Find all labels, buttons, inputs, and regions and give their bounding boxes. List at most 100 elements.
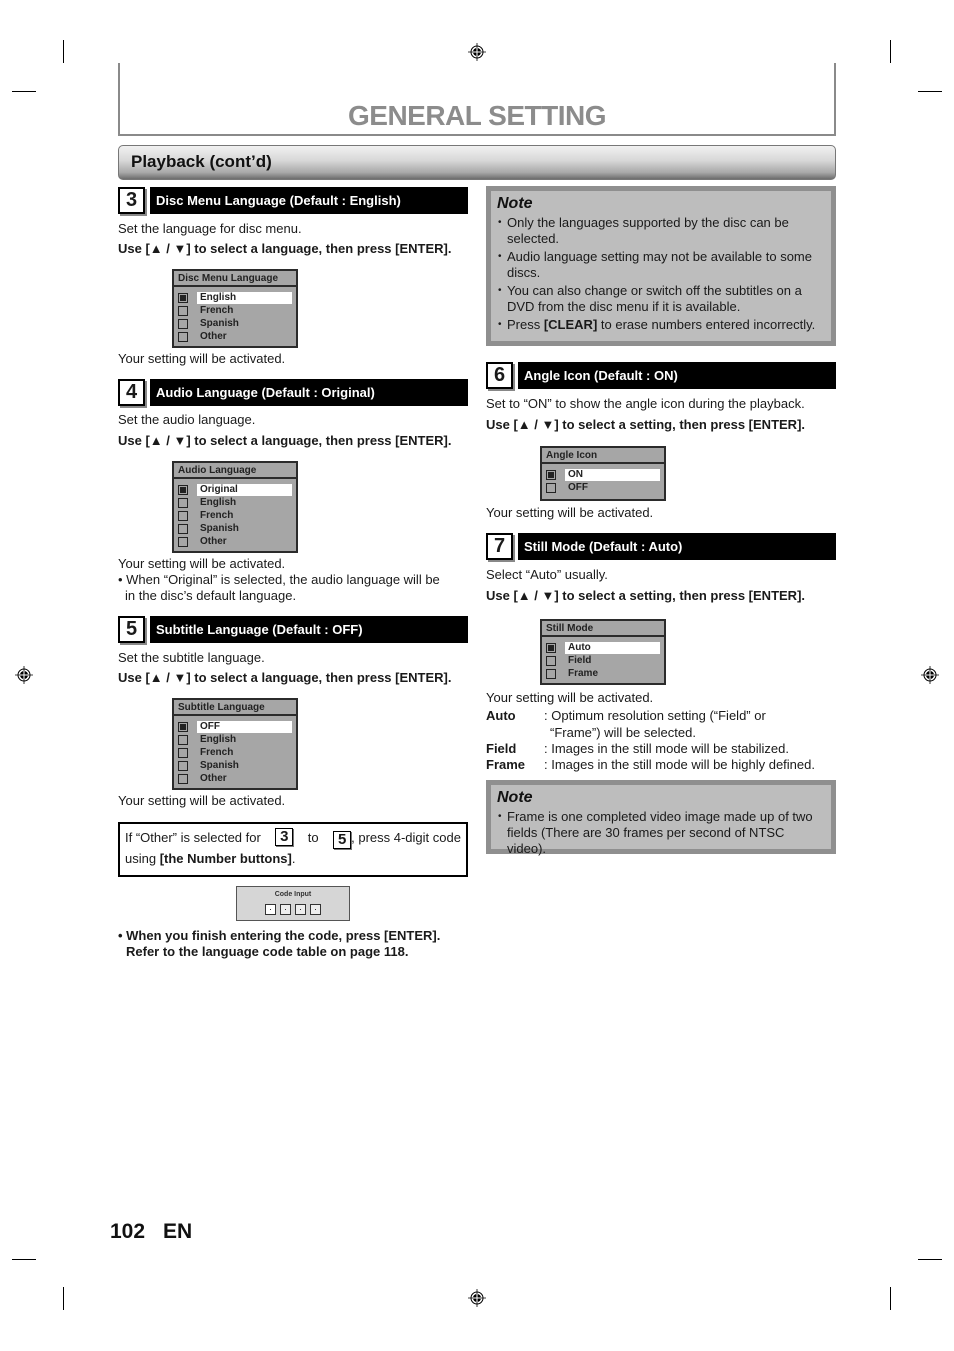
code-digit-field[interactable]: [265, 904, 276, 915]
registration-mark-icon: [921, 666, 939, 684]
menu-option[interactable]: Other: [178, 535, 292, 548]
menu-option[interactable]: Original: [178, 483, 292, 496]
step-description: Set the subtitle language.: [118, 650, 265, 665]
checkbox-icon[interactable]: [178, 523, 188, 534]
crop-mark: [63, 40, 64, 63]
step-4-header: 4 Audio Language (Default : Original): [118, 379, 468, 406]
finish-note-line: Refer to the language code table on page…: [126, 944, 409, 959]
menu-option-label: ON: [565, 468, 660, 481]
definition-desc: : Images in the still mode will be highl…: [544, 757, 815, 772]
step-note-line: in the disc’s default language.: [125, 588, 297, 603]
checkbox-icon[interactable]: [178, 331, 188, 342]
menu-option[interactable]: English: [178, 291, 292, 304]
definition-desc: : Images in the still mode will be stabi…: [544, 741, 789, 756]
menu-options: Original English French Spanish Other: [174, 479, 296, 550]
menu-option-label: Other: [200, 330, 227, 342]
step-instruction: Use [▲ / ▼] to select a setting, then pr…: [486, 417, 806, 432]
crop-mark: [890, 1287, 891, 1310]
step-number: 7: [486, 533, 513, 560]
checkbox-icon[interactable]: [546, 668, 556, 679]
checked-checkbox-icon[interactable]: [546, 642, 556, 653]
checkbox-icon[interactable]: [178, 760, 188, 771]
definition-desc: “Frame”) will be selected.: [550, 725, 696, 740]
note-box: Note Frame is one completed video image …: [486, 780, 836, 856]
step-number: 5: [118, 616, 145, 643]
checked-checkbox-icon[interactable]: [178, 721, 188, 732]
menu-option[interactable]: Field: [546, 654, 660, 667]
audio-language-menu: Audio Language Original English French Span…: [172, 461, 298, 553]
code-digit-field[interactable]: [310, 904, 321, 915]
definition-term: Auto: [486, 708, 516, 723]
other-box-line2-suffix: .: [291, 851, 296, 866]
page-title: GENERAL SETTING: [347, 100, 607, 131]
checked-checkbox-icon[interactable]: [546, 469, 556, 480]
menu-option[interactable]: ON: [546, 468, 660, 481]
note-item: You can also change or switch off the su…: [497, 283, 825, 315]
step-note-line: • When “Original” is selected, the audio…: [118, 572, 440, 587]
menu-option-label: Spanish: [200, 522, 239, 534]
code-digit-field[interactable]: [280, 904, 291, 915]
step-description: Set to “ON” to show the angle icon durin…: [486, 396, 805, 411]
menu-options: English French Spanish Other: [174, 287, 296, 345]
menu-option[interactable]: English: [178, 733, 292, 746]
registration-mark-icon: [468, 43, 486, 61]
menu-option[interactable]: Other: [178, 330, 292, 343]
menu-option[interactable]: Spanish: [178, 522, 292, 535]
menu-option[interactable]: OFF: [178, 720, 292, 733]
checkbox-icon[interactable]: [546, 482, 556, 493]
checkbox-icon[interactable]: [178, 497, 188, 508]
still-mode-menu: Still Mode Auto Field Frame: [540, 619, 666, 685]
menu-option[interactable]: Spanish: [178, 759, 292, 772]
menu-title: Angle Icon: [542, 448, 664, 464]
section-header: Playback (cont’d): [118, 145, 836, 180]
section-title: Playback (cont’d): [131, 152, 272, 171]
registration-mark-icon: [15, 666, 33, 684]
menu-option-label: Other: [200, 535, 227, 547]
menu-option[interactable]: French: [178, 509, 292, 522]
menu-option-label: Auto: [565, 641, 660, 654]
step-instruction: Use [▲ / ▼] to select a setting, then pr…: [486, 588, 806, 603]
checkbox-icon[interactable]: [178, 747, 188, 758]
other-box-line2-prefix: using: [125, 851, 160, 866]
crop-mark: [12, 91, 36, 92]
menu-option-label: OFF: [568, 481, 588, 493]
menu-option-label: French: [200, 304, 234, 316]
note-list: Only the languages supported by the disc…: [497, 215, 825, 333]
checkbox-icon[interactable]: [178, 318, 188, 329]
menu-option[interactable]: French: [178, 746, 292, 759]
checkbox-icon[interactable]: [178, 734, 188, 745]
menu-option-label: Spanish: [200, 759, 239, 771]
menu-option[interactable]: Other: [178, 772, 292, 785]
step-instruction: Use [▲ / ▼] to select a language, then p…: [118, 241, 452, 256]
menu-options: OFF English French Spanish Other: [174, 716, 296, 787]
menu-option[interactable]: Frame: [546, 667, 660, 680]
finish-note-line: • When you finish entering the code, pre…: [118, 928, 441, 943]
menu-options: Auto Field Frame: [542, 637, 664, 682]
checked-checkbox-icon[interactable]: [178, 484, 188, 495]
definition-desc: : Optimum resolution setting (“Field” or: [544, 708, 766, 723]
checkbox-icon[interactable]: [178, 510, 188, 521]
menu-option[interactable]: Spanish: [178, 317, 292, 330]
checkbox-icon[interactable]: [178, 536, 188, 547]
step-title: Subtitle Language (Default : OFF): [150, 616, 468, 643]
code-digit-field[interactable]: [295, 904, 306, 915]
menu-option[interactable]: Auto: [546, 641, 660, 654]
checked-checkbox-icon[interactable]: [178, 292, 188, 303]
step-instruction: Use [▲ / ▼] to select a language, then p…: [118, 670, 452, 685]
menu-option[interactable]: OFF: [546, 481, 660, 494]
menu-option-label: Spanish: [200, 317, 239, 329]
checkbox-icon[interactable]: [178, 773, 188, 784]
step-ref-from: 3: [275, 828, 294, 846]
number-buttons-label: [the Number buttons]: [159, 851, 292, 866]
step-5-header: 5 Subtitle Language (Default : OFF): [118, 616, 468, 643]
note-inner: Note Frame is one completed video image …: [491, 785, 831, 856]
other-language-info-box: If “Other” is selected for 3 to 5, press…: [118, 822, 468, 877]
menu-option[interactable]: English: [178, 496, 292, 509]
step-title: Audio Language (Default : Original): [150, 379, 468, 406]
menu-title: Audio Language: [174, 463, 296, 479]
checkbox-icon[interactable]: [546, 655, 556, 666]
menu-option[interactable]: French: [178, 304, 292, 317]
page-number: 102: [110, 1220, 146, 1243]
checkbox-icon[interactable]: [178, 305, 188, 316]
crop-mark: [63, 1287, 64, 1310]
